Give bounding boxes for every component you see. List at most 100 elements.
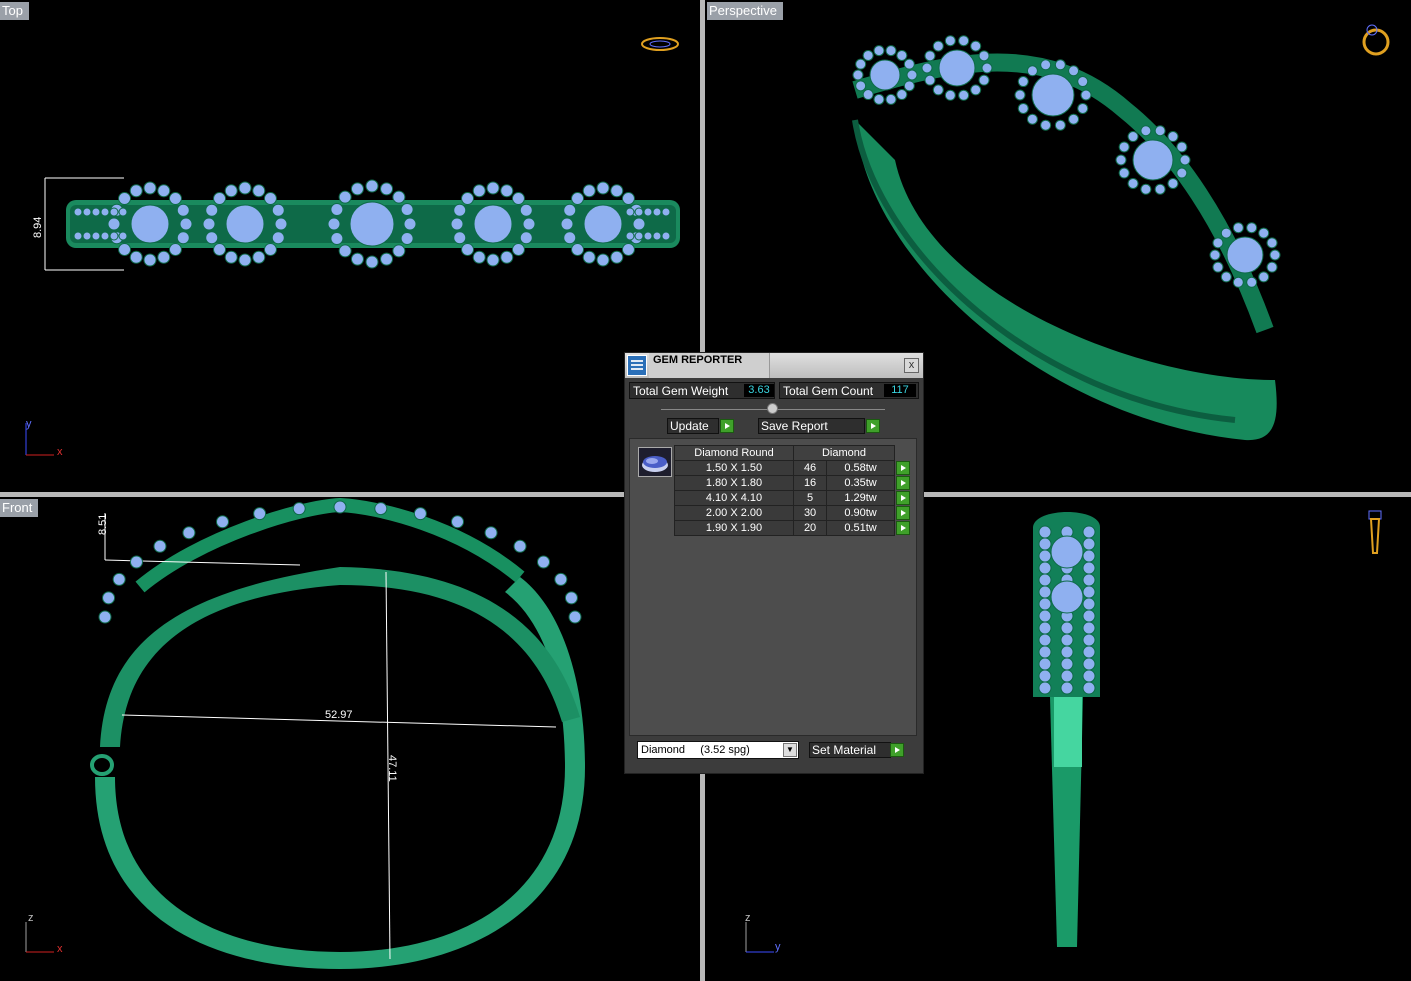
diamond-shape-icon xyxy=(642,456,668,472)
gem-reporter-titlebar[interactable]: GEM REPORTER x xyxy=(625,353,923,378)
top-height-dimension: 8.94 xyxy=(32,216,44,238)
panel-slider-knob[interactable] xyxy=(767,403,778,414)
gem-weight-cell: 0.58tw xyxy=(826,460,895,476)
side-gem xyxy=(1038,585,1052,599)
side-gem xyxy=(1038,537,1052,551)
halo-gem xyxy=(1118,167,1130,179)
halo-gem xyxy=(224,184,238,198)
halo-gem xyxy=(896,89,908,101)
gem-table-header: Diamond Round Diamond xyxy=(674,445,916,461)
axis-label-z: z xyxy=(28,912,34,924)
band-gem xyxy=(109,207,119,217)
center-gem xyxy=(1031,73,1075,117)
axis-label-y-right: y xyxy=(775,941,781,953)
halo-gem xyxy=(855,80,867,92)
gem-weight-cell: 0.51tw xyxy=(826,520,895,536)
setting-gem xyxy=(484,526,498,540)
halo-gem xyxy=(330,232,344,246)
side-gem xyxy=(1082,585,1096,599)
gem-row-select-play-icon[interactable] xyxy=(896,476,910,490)
halo-gem xyxy=(271,231,285,245)
halo-gem xyxy=(903,58,915,70)
center-gem xyxy=(869,59,901,91)
total-gem-count-field: Total Gem Count 117 xyxy=(779,382,919,399)
view-ring-icon[interactable] xyxy=(1356,20,1396,60)
halo-gem xyxy=(582,250,596,264)
side-gem xyxy=(1082,681,1096,695)
halo-gem xyxy=(1040,119,1052,131)
halo-gem xyxy=(1154,183,1166,195)
setting-gem xyxy=(568,610,582,624)
halo-gem xyxy=(1209,249,1221,261)
halo-gem xyxy=(403,217,417,231)
update-button[interactable]: Update xyxy=(667,418,719,434)
halo-gem xyxy=(1077,102,1089,114)
close-icon[interactable]: x xyxy=(904,358,919,373)
halo-gem xyxy=(1258,271,1270,283)
save-report-play-icon[interactable] xyxy=(866,419,880,433)
band-gem xyxy=(73,231,83,241)
halo-gem xyxy=(450,217,464,231)
side-gem xyxy=(1082,525,1096,539)
gem-count-cell: 30 xyxy=(792,505,828,521)
halo-gem xyxy=(1266,261,1278,273)
setting-gem xyxy=(112,572,126,586)
gem-row-select-play-icon[interactable] xyxy=(896,491,910,505)
gem-row-select-play-icon[interactable] xyxy=(896,506,910,520)
halo-gem xyxy=(1068,65,1080,77)
diamond-round-icon xyxy=(638,447,672,477)
view-side-icon[interactable] xyxy=(1363,507,1393,567)
viewport-front[interactable]: Front 8.51 52.97 47.11 z x xyxy=(0,497,700,981)
halo-gem xyxy=(1212,237,1224,249)
center-gem xyxy=(583,204,623,244)
band-gem xyxy=(625,207,635,217)
halo-gem xyxy=(903,80,915,92)
side-gem xyxy=(1038,561,1052,575)
band-gem xyxy=(625,231,635,241)
halo-gem xyxy=(958,89,970,101)
header-diamond: Diamond xyxy=(793,445,895,461)
halo-gem xyxy=(205,203,219,217)
gem-reporter-title: GEM REPORTER xyxy=(653,354,743,366)
halo-gem xyxy=(1232,276,1244,288)
side-gem xyxy=(1082,669,1096,683)
set-material-play-icon[interactable] xyxy=(890,743,904,757)
halo-gem xyxy=(224,250,238,264)
halo-gem xyxy=(350,182,364,196)
material-select-value: Diamond (3.52 spg) xyxy=(641,744,750,756)
set-material-button[interactable]: Set Material xyxy=(809,742,891,758)
setting-gem xyxy=(537,555,551,569)
center-gem xyxy=(473,204,513,244)
center-gem xyxy=(349,201,395,247)
setting-gem xyxy=(554,572,568,586)
setting-gem xyxy=(102,591,116,605)
side-gem xyxy=(1038,549,1052,563)
ring-front-view xyxy=(90,497,585,969)
material-select[interactable]: Diamond (3.52 spg) ▼ xyxy=(637,741,799,759)
side-gem xyxy=(1082,597,1096,611)
gem-row-select-play-icon[interactable] xyxy=(896,521,910,535)
halo-gem xyxy=(143,253,157,267)
save-report-button[interactable]: Save Report xyxy=(758,418,865,434)
center-gem xyxy=(938,49,976,87)
center-gem xyxy=(130,204,170,244)
halo-gem xyxy=(129,250,143,264)
gem-table-row: 1.50 X 1.50 46 0.58tw xyxy=(674,460,916,476)
view-cube-icon[interactable] xyxy=(640,33,684,55)
halo-gem xyxy=(958,35,970,47)
halo-gem xyxy=(921,62,933,74)
chevron-down-icon[interactable]: ▼ xyxy=(783,743,797,757)
halo-gem xyxy=(1054,119,1066,131)
update-play-icon[interactable] xyxy=(720,419,734,433)
viewport-top[interactable]: Top 8.94 y x xyxy=(0,0,700,492)
halo-gem xyxy=(338,244,352,258)
side-gem xyxy=(1060,681,1074,695)
setting-gem xyxy=(253,507,267,521)
gem-row-select-play-icon[interactable] xyxy=(896,461,910,475)
setting-gem xyxy=(129,555,143,569)
front-top-dimension: 8.51 xyxy=(97,513,109,535)
gem-report-area: Diamond Round Diamond 1.50 X 1.50 46 0.58t… xyxy=(629,438,917,736)
setting-gem xyxy=(451,515,464,529)
halo-gem xyxy=(1266,237,1278,249)
halo-gem xyxy=(176,231,190,245)
